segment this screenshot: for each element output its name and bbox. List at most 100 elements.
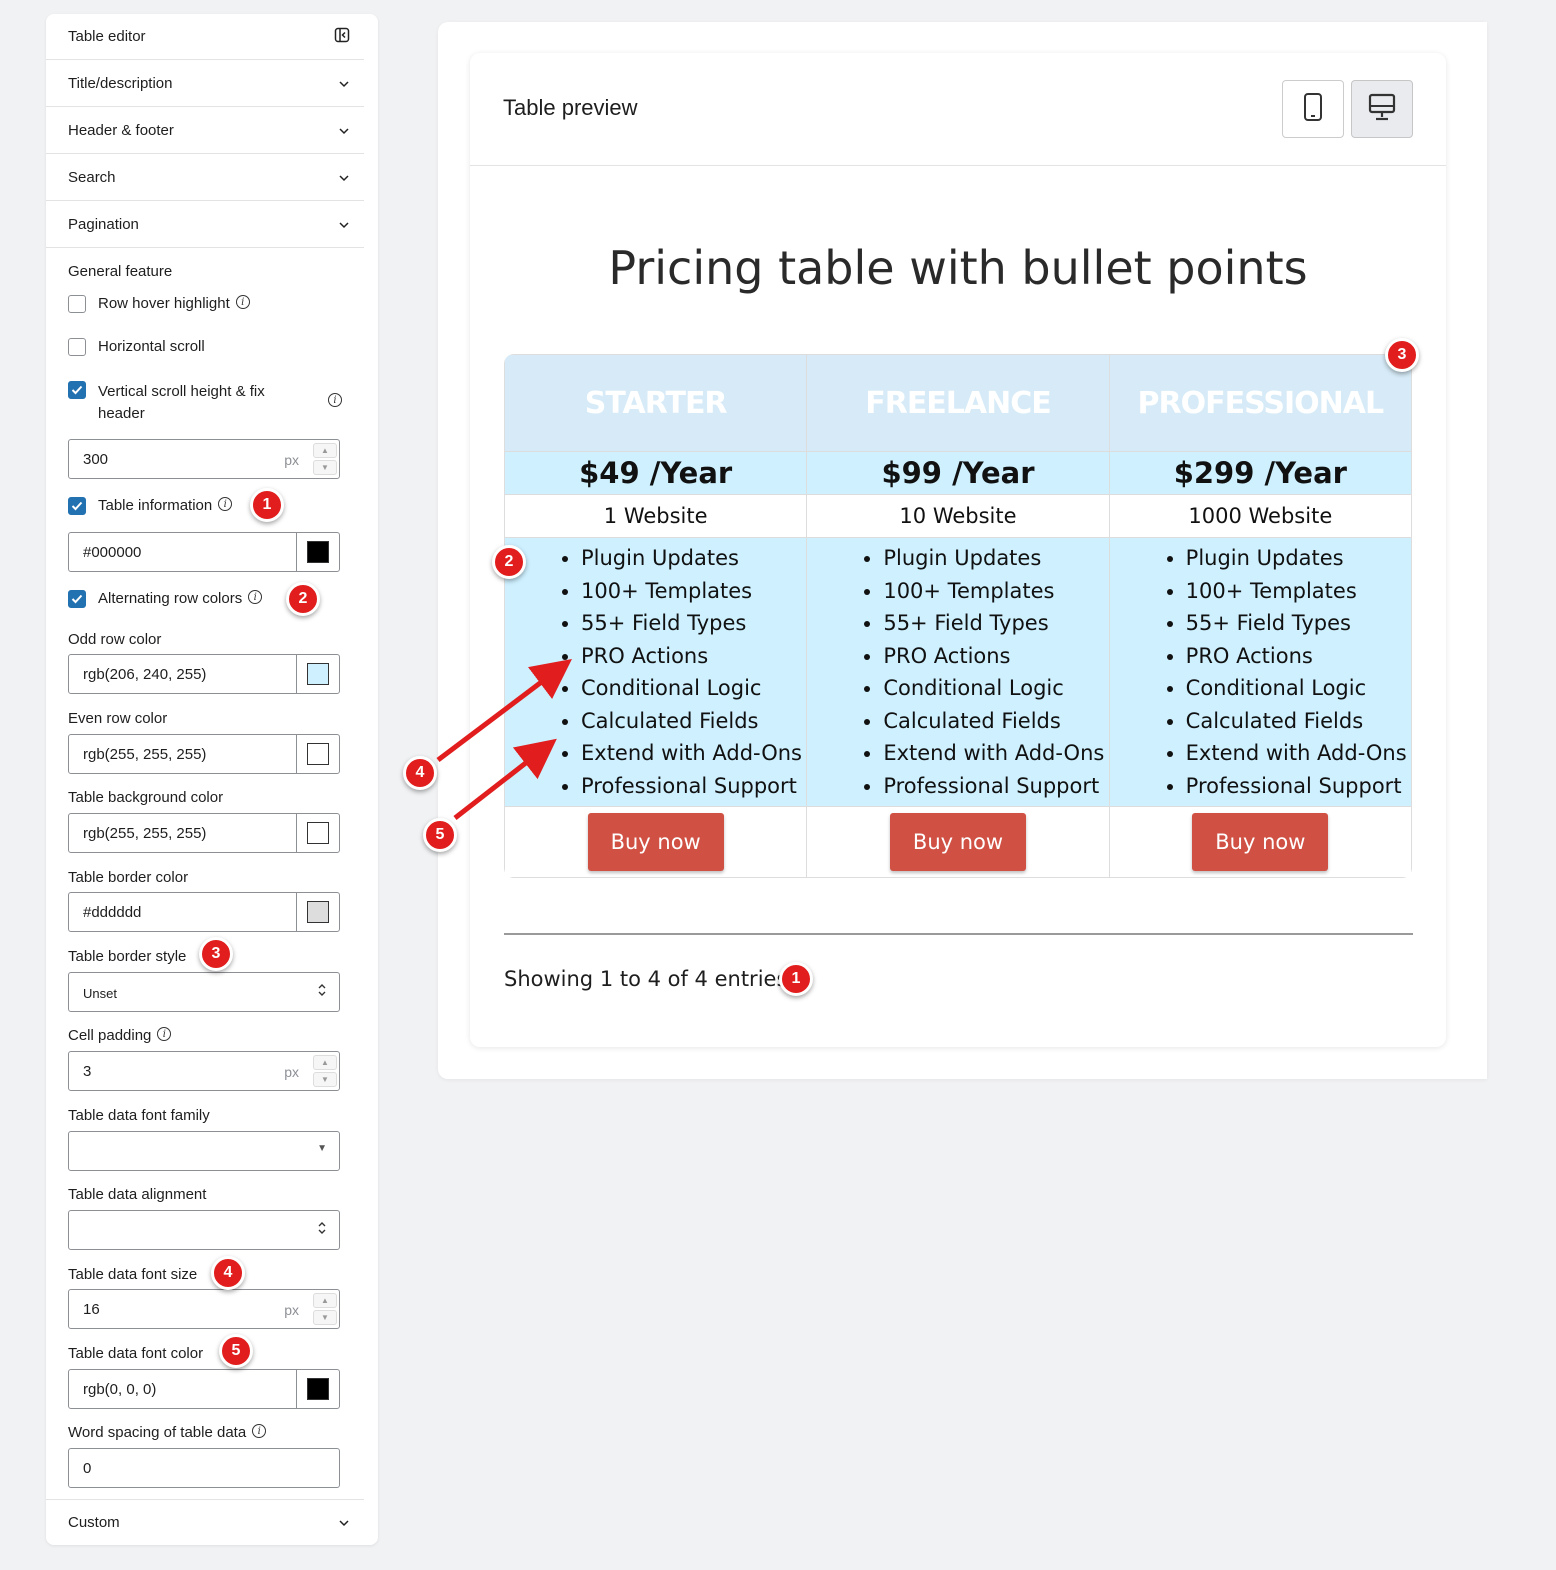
section-label: Title/description <box>68 75 173 92</box>
info-icon[interactable]: i <box>157 1027 172 1041</box>
info-icon[interactable]: i <box>218 497 233 511</box>
input-value: #dddddd <box>83 904 142 921</box>
color-swatch <box>307 822 329 844</box>
table-editor-header: Table editor <box>46 14 364 60</box>
annotation-badge: 5 <box>219 1334 253 1368</box>
color-picker[interactable] <box>296 893 339 931</box>
table-border-color-input[interactable]: #dddddd <box>68 892 340 932</box>
plan-price: $49 /Year <box>504 451 808 495</box>
list-item: Professional Support <box>581 770 806 803</box>
input-value: #000000 <box>83 544 142 561</box>
annotation-badge: 3 <box>1385 338 1419 372</box>
color-picker[interactable] <box>296 814 339 852</box>
list-item: Extend with Add-Ons <box>581 737 806 770</box>
list-item: Conditional Logic <box>1186 672 1411 705</box>
table-row: Plugin Updates 100+ Templates 55+ Field … <box>504 537 1412 807</box>
cell-padding-input[interactable]: 3 px ▲ ▼ <box>68 1051 340 1091</box>
section-label: Pagination <box>68 216 139 233</box>
section-label: Custom <box>68 1514 120 1531</box>
table-row: STARTER FREELANCE PROFESSIONAL <box>504 354 1412 452</box>
font-family-select[interactable]: ▼ <box>68 1131 340 1171</box>
even-row-color-input[interactable]: rgb(255, 255, 255) <box>68 734 340 774</box>
mobile-icon <box>1303 92 1323 127</box>
table-bg-color-input[interactable]: rgb(255, 255, 255) <box>68 813 340 853</box>
font-size-label: Table data font size <box>68 1266 198 1283</box>
font-color-input[interactable]: rgb(0, 0, 0) <box>68 1369 340 1409</box>
annotation-badge: 2 <box>492 545 526 579</box>
updown-caret-icon <box>317 1220 327 1239</box>
buy-now-button[interactable]: Buy now <box>889 813 1026 871</box>
table-bg-color-label: Table background color <box>68 789 224 806</box>
color-picker[interactable] <box>296 735 339 773</box>
unit-label: px <box>284 1302 299 1318</box>
list-item: Calculated Fields <box>1186 705 1411 738</box>
section-label: Search <box>68 169 116 186</box>
table-border-style-select[interactable]: Unset <box>68 972 340 1012</box>
input-value: 300 <box>83 451 109 468</box>
number-stepper[interactable]: ▲ ▼ <box>313 1293 337 1325</box>
odd-row-color-input[interactable]: rgb(206, 240, 255) <box>68 654 340 694</box>
number-stepper[interactable]: ▲ ▼ <box>313 443 337 475</box>
info-icon[interactable]: i <box>252 1424 267 1438</box>
horizontal-scroll-checkbox[interactable] <box>68 338 86 356</box>
buy-now-button[interactable]: Buy now <box>587 813 724 871</box>
chevron-down-icon <box>338 78 350 90</box>
section-header-footer[interactable]: Header & footer <box>46 108 364 154</box>
color-swatch <box>307 541 329 563</box>
checkbox-label: Table information <box>98 497 213 514</box>
list-item: Professional Support <box>1186 770 1411 803</box>
section-pagination[interactable]: Pagination <box>46 202 364 248</box>
info-icon[interactable]: i <box>328 393 342 407</box>
collapse-panel-icon[interactable] <box>334 27 350 47</box>
color-swatch <box>307 743 329 765</box>
alignment-label: Table data alignment <box>68 1186 207 1203</box>
input-value: rgb(255, 255, 255) <box>83 746 207 763</box>
buy-now-button[interactable]: Buy now <box>1192 813 1329 871</box>
buy-cell: Buy now <box>1108 806 1412 878</box>
odd-row-color-label: Odd row color <box>68 631 162 648</box>
annotation-badge: 4 <box>403 756 437 790</box>
row-hover-highlight-checkbox[interactable] <box>68 295 86 313</box>
pricing-table: STARTER FREELANCE PROFESSIONAL $49 /Year… <box>504 354 1412 878</box>
checkbox-label: Vertical scroll height & fix header <box>98 381 265 425</box>
list-item: Calculated Fields <box>581 705 806 738</box>
checkbox-label: Row hover highlight <box>98 295 230 312</box>
desktop-view-button[interactable] <box>1351 80 1413 138</box>
list-item: Plugin Updates <box>1186 542 1411 575</box>
feature-list-cell: Plugin Updates 100+ Templates 55+ Field … <box>1108 537 1412 807</box>
table-information-checkbox[interactable] <box>68 497 86 515</box>
feature-list: Plugin Updates 100+ Templates 55+ Field … <box>505 542 806 802</box>
color-picker[interactable] <box>296 655 339 693</box>
scroll-height-input[interactable]: 300 px ▲ ▼ <box>68 439 340 479</box>
vertical-scroll-option: Vertical scroll height & fix header i <box>68 381 342 425</box>
label-line-1: Vertical scroll height & fix <box>98 383 265 400</box>
info-icon[interactable]: i <box>235 295 250 309</box>
word-spacing-input[interactable]: 0 <box>68 1448 340 1488</box>
font-family-label: Table data font family <box>68 1107 210 1124</box>
input-value: 16 <box>83 1301 100 1318</box>
info-icon[interactable]: i <box>248 590 263 604</box>
number-stepper[interactable]: ▲ ▼ <box>313 1055 337 1087</box>
color-picker[interactable] <box>296 533 339 571</box>
table-editor-sidebar: Table editor Title/description Header & … <box>46 14 378 1545</box>
annotation-badge: 3 <box>199 937 233 971</box>
buy-cell: Buy now <box>504 806 808 878</box>
list-item: Professional Support <box>883 770 1108 803</box>
cell-padding-label: Cell padding <box>68 1027 152 1044</box>
info-color-input[interactable]: #000000 <box>68 532 340 572</box>
font-size-input[interactable]: 16 px ▲ ▼ <box>68 1289 340 1329</box>
section-title-description[interactable]: Title/description <box>46 61 364 107</box>
list-item: Conditional Logic <box>581 672 806 705</box>
color-picker[interactable] <box>296 1370 339 1408</box>
mobile-view-button[interactable] <box>1282 80 1344 138</box>
table-row: Buy now Buy now Buy now <box>504 806 1412 878</box>
section-custom[interactable]: Custom <box>46 1499 364 1545</box>
vertical-scroll-checkbox[interactable] <box>68 381 86 399</box>
table-divider <box>504 933 1413 935</box>
table-border-style-label: Table border style <box>68 948 187 965</box>
alignment-select[interactable] <box>68 1210 340 1250</box>
alternating-row-colors-checkbox[interactable] <box>68 590 86 608</box>
annotation-badge: 2 <box>286 582 320 616</box>
section-search[interactable]: Search <box>46 155 364 201</box>
plan-name: PROFESSIONAL <box>1108 354 1412 452</box>
